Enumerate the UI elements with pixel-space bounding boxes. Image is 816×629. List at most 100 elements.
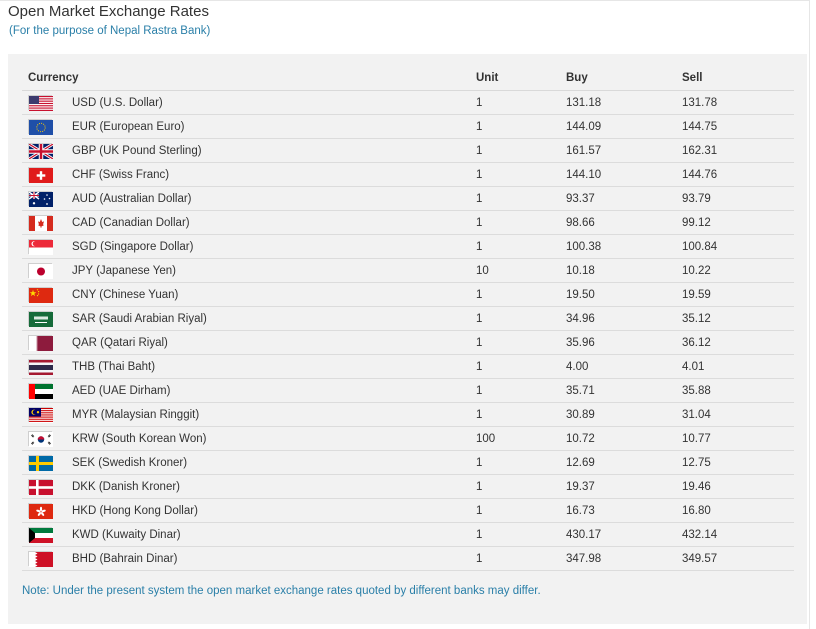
unit-value: 1: [476, 186, 566, 211]
currency-name: THB (Thai Baht): [72, 354, 476, 379]
flag-cell: [22, 402, 72, 427]
gb-flag-icon: [28, 142, 54, 161]
buy-rate: 19.50: [566, 282, 682, 307]
table-header-row: Currency Unit Buy Sell: [22, 66, 794, 91]
table-row: AUD (Australian Dollar) 1 93.37 93.79: [22, 186, 794, 211]
my-flag-icon: [28, 407, 53, 423]
top-divider: [0, 0, 810, 1]
hk-flag-icon: [28, 503, 53, 519]
sell-rate: 131.78: [682, 90, 794, 115]
sell-rate: 100.84: [682, 234, 794, 259]
sell-rate: 4.01: [682, 354, 794, 379]
sell-rate: 35.12: [682, 306, 794, 331]
flag-cell: [22, 138, 72, 163]
right-divider: [809, 0, 810, 629]
unit-value: 1: [476, 522, 566, 547]
rates-panel: Currency Unit Buy Sell USD (U.S. Dollar)…: [8, 54, 807, 624]
sell-rate: 99.12: [682, 210, 794, 235]
unit-value: 1: [476, 282, 566, 307]
sell-rate: 19.59: [682, 282, 794, 307]
sell-rate: 16.80: [682, 498, 794, 523]
buy-rate: 144.10: [566, 162, 682, 187]
eu-flag-icon: [28, 119, 53, 135]
table-row: QAR (Qatari Riyal) 1 35.96 36.12: [22, 330, 794, 355]
flag-cell: [22, 282, 72, 307]
currency-name: SGD (Singapore Dollar): [72, 234, 476, 259]
th-flag-icon: [28, 359, 53, 375]
unit-value: 1: [476, 306, 566, 331]
flag-cell: [22, 210, 72, 235]
unit-value: 100: [476, 426, 566, 451]
sell-rate: 432.14: [682, 522, 794, 547]
table-row: AED (UAE Dirham) 1 35.71 35.88: [22, 378, 794, 403]
unit-value: 1: [476, 402, 566, 427]
unit-value: 1: [476, 474, 566, 499]
buy-rate: 93.37: [566, 186, 682, 211]
buy-rate: 12.69: [566, 450, 682, 475]
unit-value: 1: [476, 498, 566, 523]
buy-rate: 100.38: [566, 234, 682, 259]
column-header-sell: Sell: [682, 66, 794, 91]
currency-name: BHD (Bahrain Dinar): [72, 546, 476, 571]
currency-name: KWD (Kuwaity Dinar): [72, 522, 476, 547]
exchange-rates-table: Currency Unit Buy Sell USD (U.S. Dollar)…: [22, 66, 794, 571]
flag-cell: [22, 306, 72, 331]
cn-flag-icon: [28, 287, 53, 303]
currency-name: AUD (Australian Dollar): [72, 186, 476, 211]
table-row: KWD (Kuwaity Dinar) 1 430.17 432.14: [22, 522, 794, 547]
unit-value: 1: [476, 354, 566, 379]
table-row: MYR (Malaysian Ringgit) 1 30.89 31.04: [22, 402, 794, 427]
unit-value: 1: [476, 234, 566, 259]
table-row: KRW (South Korean Won) 100 10.72 10.77: [22, 426, 794, 451]
ae-flag-icon: [28, 383, 53, 399]
sell-rate: 144.75: [682, 114, 794, 139]
bh-flag-icon: [28, 551, 53, 567]
buy-rate: 161.57: [566, 138, 682, 163]
currency-name: CNY (Chinese Yuan): [72, 282, 476, 307]
sell-rate: 93.79: [682, 186, 794, 211]
buy-rate: 10.18: [566, 258, 682, 283]
sell-rate: 10.77: [682, 426, 794, 451]
ch-flag-icon: [28, 167, 53, 183]
flag-cell: [22, 426, 72, 451]
flag-cell: [22, 450, 72, 475]
column-header-buy: Buy: [566, 66, 682, 91]
buy-rate: 19.37: [566, 474, 682, 499]
table-row: SEK (Swedish Kroner) 1 12.69 12.75: [22, 450, 794, 475]
table-row: DKK (Danish Kroner) 1 19.37 19.46: [22, 474, 794, 499]
ca-flag-icon: [28, 215, 53, 231]
flag-cell: [22, 330, 72, 355]
currency-name: MYR (Malaysian Ringgit): [72, 402, 476, 427]
column-header-unit: Unit: [476, 66, 566, 91]
currency-name: HKD (Hong Kong Dollar): [72, 498, 476, 523]
dk-flag-icon: [28, 479, 53, 495]
table-row: THB (Thai Baht) 1 4.00 4.01: [22, 354, 794, 379]
currency-name: GBP (UK Pound Sterling): [72, 138, 476, 163]
table-row: GBP (UK Pound Sterling) 1 161.57 162.31: [22, 138, 794, 163]
buy-rate: 10.72: [566, 426, 682, 451]
jp-flag-icon: [28, 263, 53, 279]
flag-cell: [22, 378, 72, 403]
currency-name: SAR (Saudi Arabian Riyal): [72, 306, 476, 331]
table-row: SAR (Saudi Arabian Riyal) 1 34.96 35.12: [22, 306, 794, 331]
page-subtitle: (For the purpose of Nepal Rastra Bank): [9, 25, 211, 37]
unit-value: 1: [476, 138, 566, 163]
buy-rate: 144.09: [566, 114, 682, 139]
buy-rate: 347.98: [566, 546, 682, 571]
table-row: USD (U.S. Dollar) 1 131.18 131.78: [22, 90, 794, 115]
sell-rate: 144.76: [682, 162, 794, 187]
flag-cell: [22, 90, 72, 115]
table-row: JPY (Japanese Yen) 10 10.18 10.22: [22, 258, 794, 283]
flag-cell: [22, 498, 72, 523]
flag-cell: [22, 258, 72, 283]
buy-rate: 4.00: [566, 354, 682, 379]
unit-value: 1: [476, 90, 566, 115]
unit-value: 1: [476, 162, 566, 187]
disclaimer-note: Note: Under the present system the open …: [22, 585, 541, 597]
flag-cell: [22, 522, 72, 547]
sell-rate: 349.57: [682, 546, 794, 571]
unit-value: 1: [476, 210, 566, 235]
unit-value: 1: [476, 546, 566, 571]
flag-cell: [22, 354, 72, 379]
unit-value: 1: [476, 330, 566, 355]
